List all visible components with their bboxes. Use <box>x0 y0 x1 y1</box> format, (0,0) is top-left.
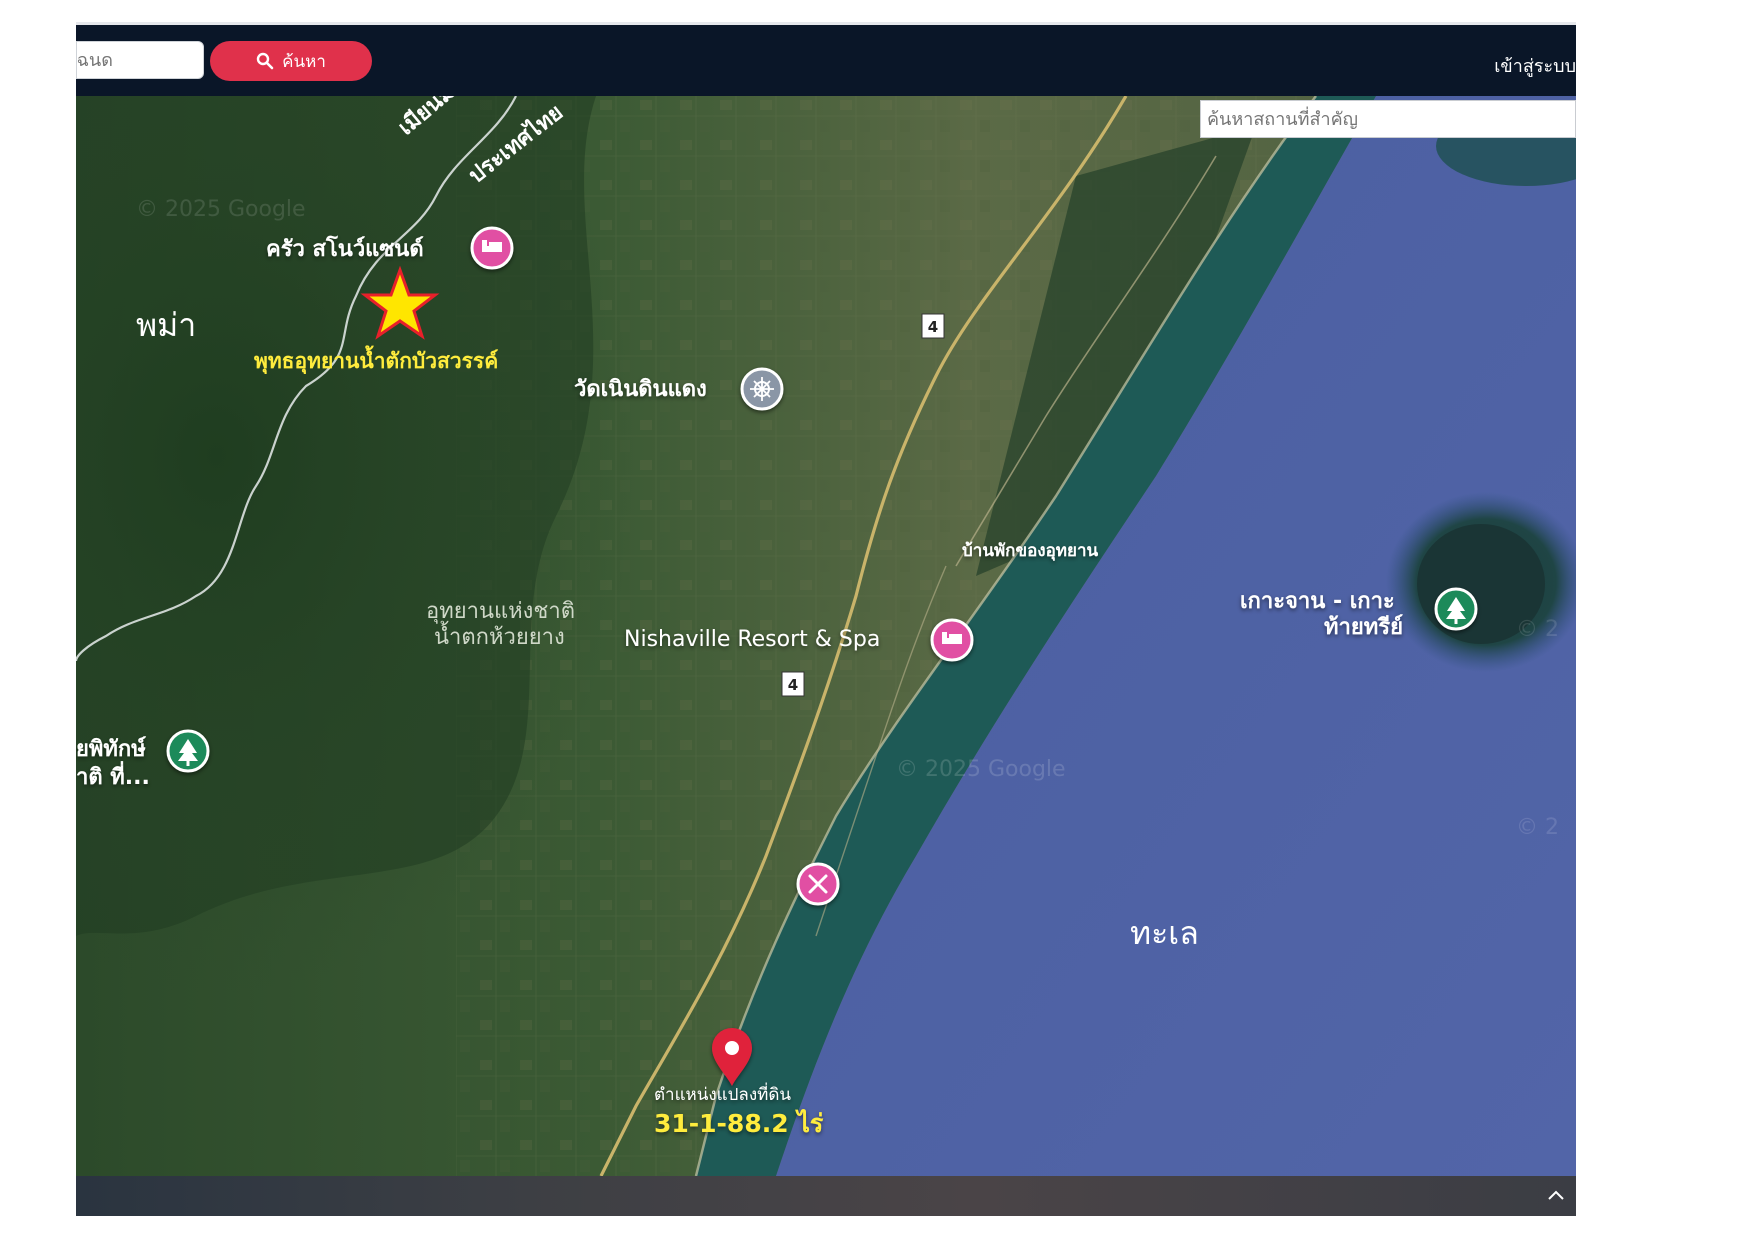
login-link[interactable]: เข้าสู่ระบบ <box>1486 51 1576 80</box>
search-button-label: ค้นหา <box>282 51 326 72</box>
island-label-1: เกาะจาน - เกาะ <box>1240 589 1395 614</box>
satellite-map[interactable]: 4 4 © 2025 Google © 2025 Google © 2 © 2 … <box>76 96 1576 1176</box>
resort-label: Nishaville Resort & Spa <box>624 627 880 652</box>
wat-label: วัดเนินดินแดง <box>574 377 707 402</box>
landmark-search-input[interactable] <box>1200 100 1576 138</box>
poi-snow-sand-label: ครัว สโนว์แซนด์ <box>266 235 424 262</box>
land-plot-label: ตำแหน่งแปลงที่ดิน <box>654 1082 791 1105</box>
road-shield-north: 4 <box>921 313 945 339</box>
app-frame: ค้นหา เข้าสู่ระบบ <box>76 22 1576 1216</box>
park-house-label: บ้านพักของอุทยาน <box>962 541 1099 561</box>
island-park-poi-icon[interactable] <box>1434 587 1478 631</box>
activity-poi-icon[interactable] <box>796 862 840 906</box>
land-area-label: 31-1-88.2 ไร่ <box>654 1108 824 1138</box>
login-label: เข้าสู่ระบบ <box>1494 56 1576 77</box>
resort-hotel-poi-icon[interactable] <box>930 618 974 662</box>
search-button[interactable]: ค้นหา <box>210 41 372 81</box>
wildlife-label-2: าติ ที่... <box>76 760 150 790</box>
road-shield-south-label: 4 <box>788 676 798 694</box>
top-navbar: ค้นหา เข้าสู่ระบบ <box>76 22 1576 96</box>
chevron-up-icon[interactable] <box>1544 1184 1568 1208</box>
deed-number-input[interactable] <box>76 41 204 79</box>
national-park-label-1: อุทยานแห่งชาติ <box>426 599 575 624</box>
search-icon <box>256 52 274 70</box>
myanmar-label: พม่า <box>136 306 196 344</box>
buddha-park-label: พุทธอุทยานน้ำตักบัวสวรรค์ <box>254 345 498 375</box>
road-shield-north-label: 4 <box>928 318 938 336</box>
sea-label: ทะเล <box>1130 914 1199 952</box>
road-shield-south: 4 <box>781 671 805 697</box>
temple-poi-icon[interactable] <box>740 367 784 411</box>
bottom-panel-bar <box>76 1176 1576 1216</box>
watermark: © 2025 Google <box>896 757 1066 782</box>
watermark: © 2 <box>1516 815 1559 840</box>
island-label-2: ท้ายทรีย์ <box>1324 614 1403 640</box>
hotel-poi-icon[interactable] <box>470 226 514 270</box>
watermark: © 2025 Google <box>136 197 306 222</box>
watermark: © 2 <box>1516 617 1559 642</box>
national-park-label-2: น้ำตกห้วยยาง <box>434 621 565 650</box>
wildlife-label-1: ยพิทักษ์ <box>76 736 146 762</box>
forest-shade <box>76 96 776 996</box>
wildlife-park-poi-icon[interactable] <box>166 729 210 773</box>
